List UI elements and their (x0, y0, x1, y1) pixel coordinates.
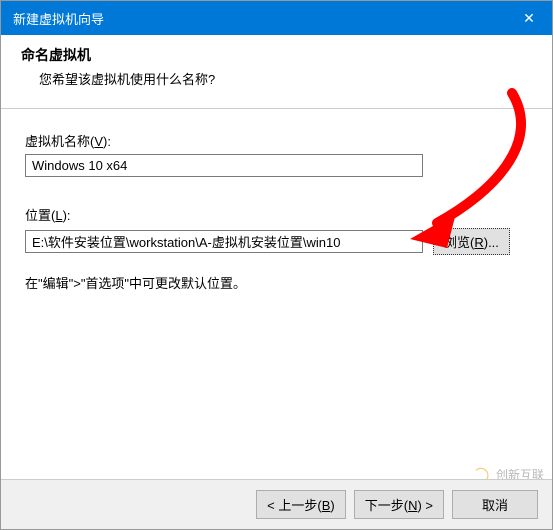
dialog-window: 新建虚拟机向导 ✕ 命名虚拟机 您希望该虚拟机使用什么名称? 虚拟机名称(V):… (0, 0, 553, 530)
next-button[interactable]: 下一步(N) > (354, 490, 444, 519)
wizard-body: 虚拟机名称(V): 位置(L): 浏览(R)... 在"编辑">"首选项"中可更… (1, 109, 552, 292)
window-title: 新建虚拟机向导 (13, 9, 104, 28)
browse-button[interactable]: 浏览(R)... (433, 228, 510, 255)
location-input[interactable] (25, 230, 423, 253)
vm-name-label: 虚拟机名称(V): (25, 131, 528, 150)
wizard-header: 命名虚拟机 您希望该虚拟机使用什么名称? (1, 35, 552, 109)
close-icon: ✕ (523, 10, 535, 27)
titlebar: 新建虚拟机向导 ✕ (1, 1, 552, 35)
location-row: 浏览(R)... (25, 228, 528, 255)
close-button[interactable]: ✕ (506, 1, 552, 35)
default-location-hint: 在"编辑">"首选项"中可更改默认位置。 (25, 273, 528, 292)
back-button[interactable]: < 上一步(B) (256, 490, 346, 519)
cancel-button[interactable]: 取消 (452, 490, 538, 519)
page-subtitle: 您希望该虚拟机使用什么名称? (39, 69, 532, 88)
location-label: 位置(L): (25, 205, 528, 224)
wizard-footer: < 上一步(B) 下一步(N) > 取消 (1, 479, 552, 529)
page-title: 命名虚拟机 (21, 45, 532, 65)
vm-name-input[interactable] (25, 154, 423, 177)
